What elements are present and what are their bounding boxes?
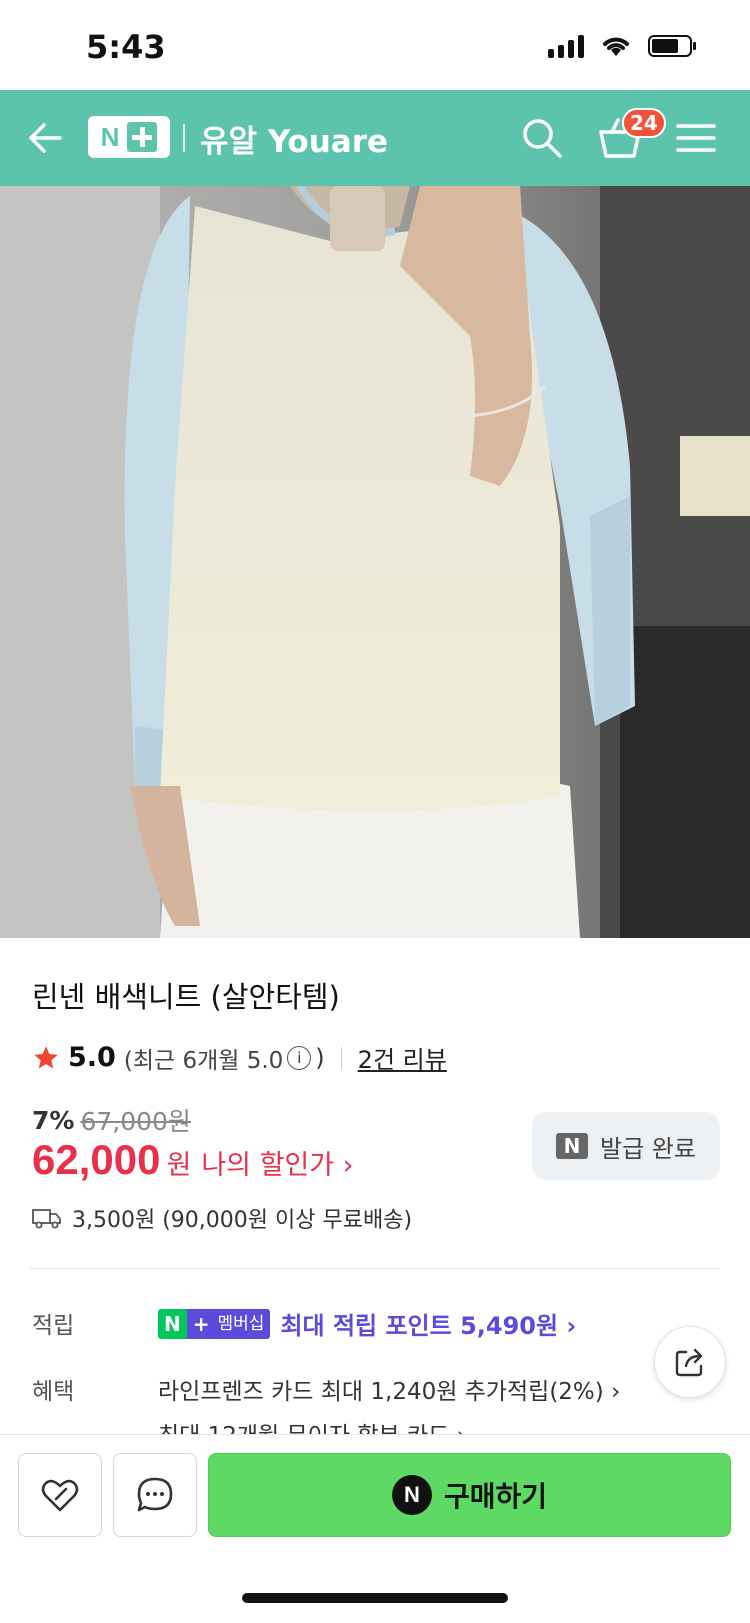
benefit-label: 혜택: [32, 1379, 75, 1405]
my-discount-link[interactable]: 나의 할인가 ›: [201, 1143, 353, 1182]
search-icon: [523, 119, 562, 158]
product-title: 린넨 배색니트 (살안타템): [32, 980, 340, 1014]
max-points-link[interactable]: 최대 적립 포인트 5,490원 ›: [280, 1306, 576, 1341]
review-count-link[interactable]: 2건 리뷰: [358, 1040, 447, 1075]
badge-plus: +: [186, 1308, 216, 1339]
menu-button[interactable]: [672, 114, 720, 162]
discount-percent: 7%: [32, 1105, 75, 1135]
status-icons: [548, 34, 698, 58]
bottom-action-bar: N 구매하기: [0, 1434, 750, 1623]
rating-separator: [340, 1046, 342, 1069]
original-price: 67,000원: [80, 1107, 191, 1136]
back-arrow-icon: [29, 123, 62, 153]
rating-score: 5.0: [68, 1042, 116, 1073]
naver-plus-membership-badge: N + 멤버십: [158, 1308, 271, 1339]
points-label: 적립: [32, 1313, 75, 1339]
heart-icon: [41, 1479, 79, 1512]
benefit-card-line[interactable]: 라인프렌즈 카드 최대 1,240원 추가적립(2%) ›: [158, 1372, 620, 1406]
info-icon[interactable]: i: [287, 1045, 312, 1070]
discount-row: 7% 67,000원: [32, 1102, 191, 1138]
product-image[interactable]: [0, 186, 750, 938]
status-bar: 5:43: [0, 0, 750, 90]
app-header: N 유알 Youare 24: [0, 90, 750, 186]
sale-price: 62,000: [32, 1136, 161, 1183]
plus-icon: [127, 122, 158, 152]
shipping-info: 3,500원 (90,000원 이상 무료배송): [32, 1202, 412, 1234]
points-row[interactable]: N + 멤버십 최대 적립 포인트 5,490원 ›: [158, 1306, 576, 1341]
buy-button-label: 구매하기: [443, 1480, 548, 1513]
cellular-signal-icon: [548, 34, 584, 58]
chat-bubble-icon: [137, 1477, 173, 1512]
search-button[interactable]: [518, 114, 566, 162]
price-unit: 원: [166, 1150, 192, 1181]
coupon-button-label: 발급 완료: [600, 1134, 696, 1163]
header-divider: [183, 124, 185, 152]
section-divider: [30, 1268, 720, 1269]
rating-row: 5.0 (최근 6개월 5.0 i ) 2건 리뷰: [32, 1040, 447, 1075]
badge-text: 멤버십: [215, 1308, 271, 1339]
status-time: 5:43: [86, 28, 166, 66]
naver-pay-n-icon: N: [391, 1475, 432, 1515]
naver-plus-logo[interactable]: N: [88, 116, 170, 158]
delivery-truck-icon: [32, 1209, 61, 1229]
share-icon: [675, 1348, 703, 1377]
talk-talk-button[interactable]: [113, 1453, 197, 1537]
recent-rating-close: ): [315, 1043, 325, 1072]
product-photo-knit-sweater: [0, 186, 750, 938]
star-icon: [34, 1045, 58, 1068]
battery-icon: [648, 34, 698, 58]
home-indicator: [242, 1593, 508, 1603]
hamburger-menu-icon: [676, 124, 716, 152]
cart-count-badge: 24: [622, 108, 666, 138]
wishlist-button[interactable]: [18, 1453, 102, 1537]
share-button[interactable]: [654, 1326, 726, 1398]
buy-now-button[interactable]: N 구매하기: [208, 1453, 731, 1537]
shipping-text: 3,500원 (90,000원 이상 무료배송): [72, 1208, 413, 1233]
wifi-icon: [600, 34, 632, 58]
naver-n-icon: N: [556, 1133, 589, 1159]
recent-rating-text: (최근 6개월 5.0: [123, 1047, 284, 1074]
store-name[interactable]: 유알 Youare: [200, 116, 388, 161]
back-button[interactable]: [24, 116, 68, 160]
price-row: 62,000 원 나의 할인가 ›: [32, 1136, 353, 1184]
badge-n: N: [158, 1308, 187, 1339]
coupon-issued-button[interactable]: N 발급 완료: [532, 1112, 720, 1180]
naver-n-icon: N: [100, 121, 120, 152]
